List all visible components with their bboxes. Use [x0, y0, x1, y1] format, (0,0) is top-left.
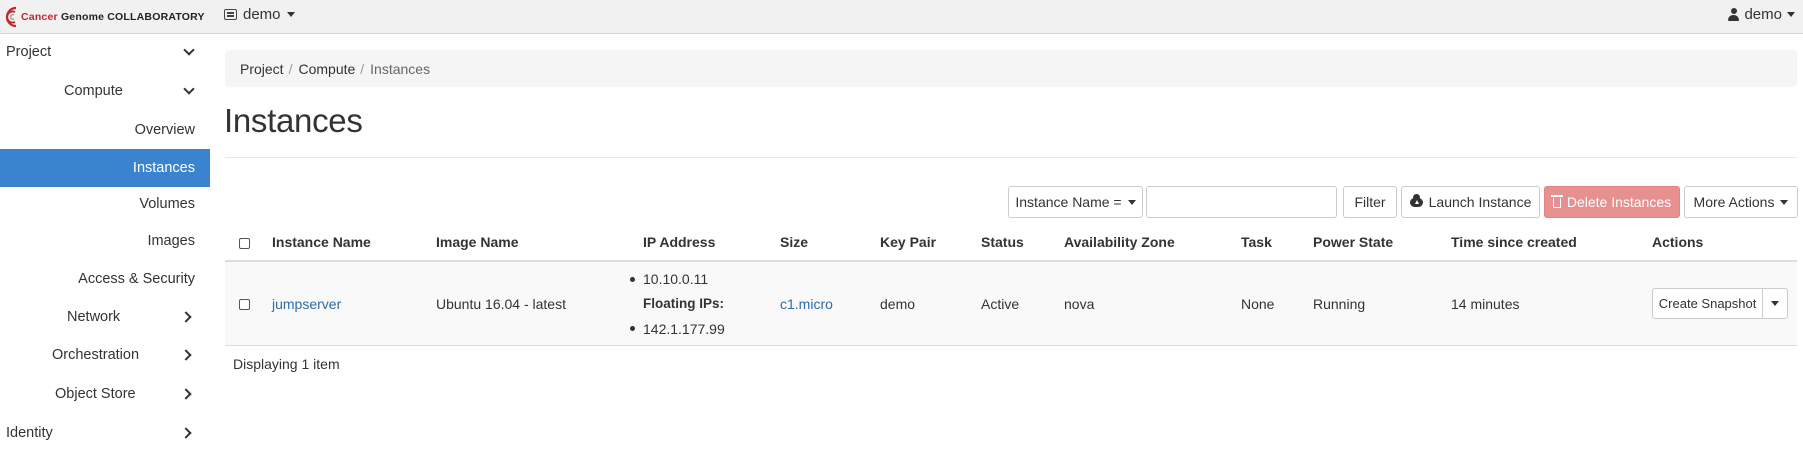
column-header-time-since-created[interactable]: Time since created	[1451, 234, 1577, 250]
caret-down-icon	[1780, 199, 1789, 205]
floating-ip-cell: 142.1.177.99	[643, 321, 725, 337]
size-link[interactable]: c1.micro	[780, 296, 833, 312]
sidebar-item-network[interactable]: Network	[0, 299, 210, 335]
sidebar-item-label: Compute	[64, 83, 123, 99]
filter-button[interactable]: Filter	[1343, 186, 1397, 218]
search-input[interactable]	[1146, 186, 1337, 218]
launch-instance-label: Launch Instance	[1428, 194, 1532, 210]
breadcrumb: Project / Compute / Instances	[225, 50, 1797, 87]
user-menu[interactable]: demo	[1728, 6, 1795, 23]
sidebar-item-label: Object Store	[55, 386, 136, 402]
sidebar-item-label: Volumes	[139, 196, 195, 212]
column-header-image-name[interactable]: Image Name	[436, 234, 518, 250]
column-header-status[interactable]: Status	[981, 234, 1024, 250]
sidebar-item-overview[interactable]: Overview	[0, 112, 210, 148]
table-item-count: Displaying 1 item	[233, 356, 340, 372]
sidebar-item-orchestration[interactable]: Orchestration	[0, 337, 210, 373]
chevron-down-icon	[183, 83, 195, 95]
sidebar-item-label: Access & Security	[78, 271, 195, 287]
cloud-upload-icon	[1409, 193, 1423, 207]
bullet-icon	[630, 277, 635, 282]
logo-icon	[5, 6, 17, 28]
sidebar-item-label: Network	[67, 309, 121, 325]
user-icon	[1728, 8, 1740, 21]
breadcrumb-compute[interactable]: Compute	[298, 61, 355, 77]
column-header-ip-address[interactable]: IP Address	[643, 234, 715, 250]
delete-instances-label: Delete Instances	[1566, 194, 1672, 210]
filter-field-label: Instance Name =	[1015, 194, 1122, 210]
filter-field-dropdown[interactable]: Instance Name =	[1008, 186, 1143, 218]
divider	[225, 157, 1797, 158]
brand-suffix: Genome COLLABORATORY	[60, 11, 205, 23]
sidebar-item-label: Orchestration	[52, 347, 140, 363]
sidebar-item-label: Project	[6, 44, 52, 60]
caret-down-icon	[286, 12, 295, 17]
row-actions-split-button: Create Snapshot	[1652, 288, 1788, 319]
row-actions-dropdown-toggle[interactable]	[1763, 289, 1787, 318]
column-header-actions: Actions	[1652, 234, 1704, 250]
column-header-availability-zone[interactable]: Availability Zone	[1064, 234, 1175, 250]
status-cell: Active	[981, 296, 1020, 312]
sidebar-item-project[interactable]: Project	[0, 34, 210, 70]
sidebar-item-identity[interactable]: Identity	[0, 415, 210, 451]
column-header-task[interactable]: Task	[1241, 234, 1272, 250]
key-pair-cell: demo	[880, 296, 916, 312]
column-header-key-pair[interactable]: Key Pair	[880, 234, 936, 250]
project-selector-label: demo	[243, 6, 281, 23]
instance-name-link[interactable]: jumpserver	[272, 296, 341, 312]
sidebar-item-images[interactable]: Images	[0, 223, 210, 259]
power-state-cell: Running	[1313, 296, 1366, 312]
brand-logo[interactable]: Cancer Genome COLLABORATORY	[2, 4, 205, 30]
trash-icon	[1550, 195, 1563, 208]
column-header-power-state[interactable]: Power State	[1313, 234, 1393, 250]
sidebar-item-volumes[interactable]: Volumes	[0, 186, 210, 222]
row-select-checkbox[interactable]	[239, 299, 250, 310]
sidebar-item-label: Images	[147, 233, 195, 249]
breadcrumb-separator: /	[288, 60, 293, 77]
breadcrumb-separator: /	[360, 60, 365, 77]
task-cell: None	[1241, 296, 1275, 312]
delete-instances-button[interactable]: Delete Instances	[1544, 186, 1680, 218]
caret-down-icon	[1127, 199, 1136, 205]
sidebar-item-label: Overview	[134, 122, 195, 138]
availability-zone-cell: nova	[1064, 296, 1095, 312]
top-navbar: Cancer Genome COLLABORATORY demo demo	[0, 0, 1803, 34]
image-name-cell: Ubuntu 16.04 - latest	[436, 296, 566, 312]
sidebar: Project Compute Overview Instances Volum…	[0, 34, 210, 454]
column-header-instance-name[interactable]: Instance Name	[272, 234, 371, 250]
more-actions-button[interactable]: More Actions	[1684, 186, 1798, 218]
chevron-right-icon	[180, 388, 192, 400]
chevron-right-icon	[180, 427, 192, 439]
floating-ips-label: Floating IPs:	[643, 296, 724, 311]
sidebar-item-instances[interactable]: Instances	[0, 149, 210, 187]
bullet-icon	[630, 326, 635, 331]
sidebar-item-label: Identity	[6, 425, 53, 441]
sidebar-item-object-store[interactable]: Object Store	[0, 376, 210, 412]
filter-button-label: Filter	[1354, 194, 1386, 210]
select-all-checkbox[interactable]	[239, 238, 250, 249]
sidebar-item-label: Instances	[132, 160, 195, 176]
sidebar-item-access-security[interactable]: Access & Security	[0, 261, 210, 297]
column-header-size[interactable]: Size	[780, 234, 808, 250]
caret-down-icon	[1787, 12, 1795, 17]
caret-down-icon	[1771, 301, 1780, 306]
brand-prefix: Cancer	[21, 11, 58, 23]
time-since-created-cell: 14 minutes	[1451, 296, 1520, 312]
more-actions-label: More Actions	[1693, 194, 1775, 210]
chevron-right-icon	[180, 349, 192, 361]
create-snapshot-button[interactable]: Create Snapshot	[1653, 289, 1764, 318]
breadcrumb-current: Instances	[370, 60, 431, 77]
project-selector[interactable]: demo	[224, 6, 295, 23]
sidebar-item-compute[interactable]: Compute	[0, 73, 210, 109]
page-title: Instances	[224, 102, 363, 139]
chevron-right-icon	[180, 311, 192, 323]
launch-instance-button[interactable]: Launch Instance	[1401, 186, 1540, 218]
server-icon	[224, 9, 237, 20]
fixed-ip-cell: 10.10.0.11	[643, 271, 709, 287]
chevron-down-icon	[183, 44, 195, 56]
user-menu-label: demo	[1744, 6, 1782, 23]
breadcrumb-project[interactable]: Project	[240, 61, 284, 77]
